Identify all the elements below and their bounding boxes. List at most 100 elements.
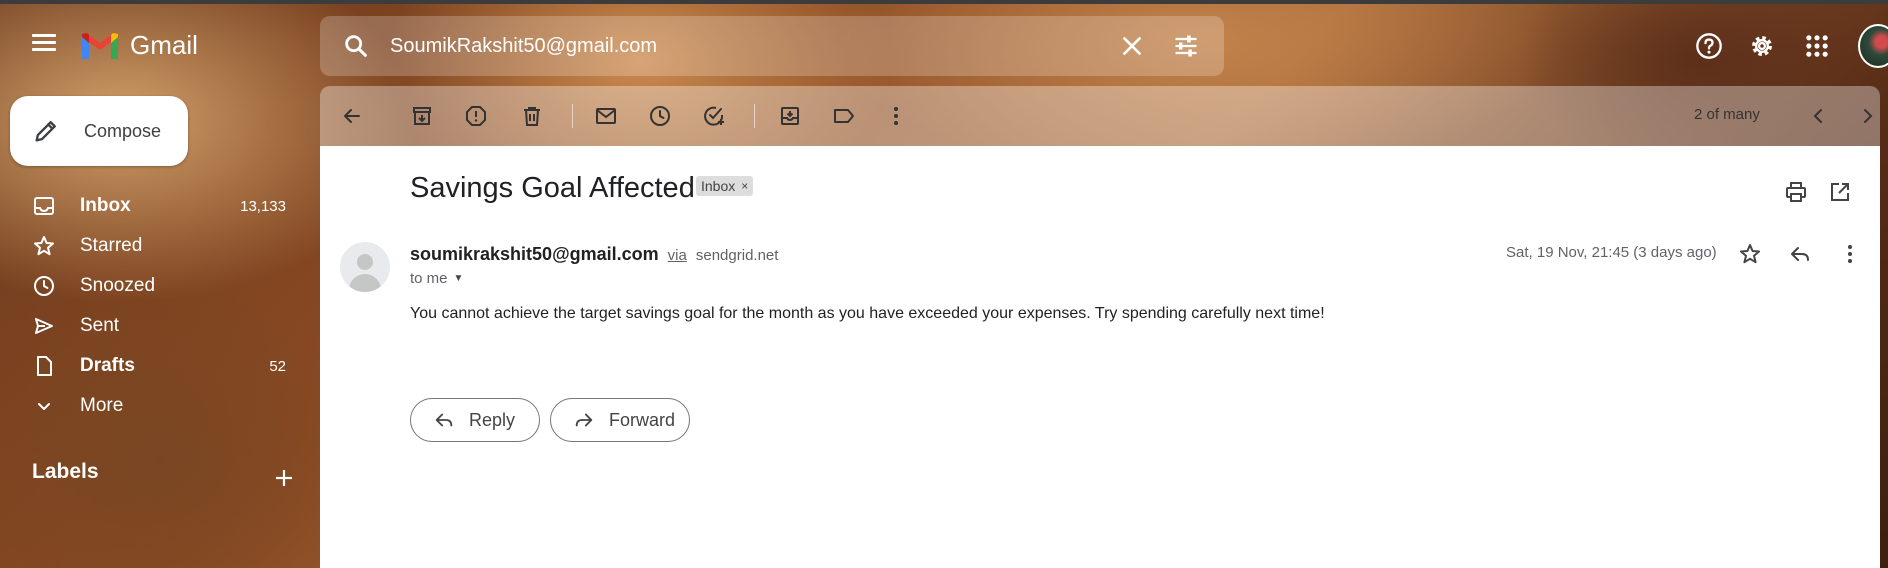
sidebar-item-label: Starred: [80, 235, 143, 256]
label-icon: [834, 109, 854, 123]
chevron-right-icon: [1864, 109, 1873, 123]
more-actions-button[interactable]: [876, 96, 916, 136]
newer-button[interactable]: [1798, 96, 1838, 136]
main-menu-button[interactable]: [26, 30, 62, 62]
via-link[interactable]: via: [668, 247, 687, 264]
open-in-new-window-button[interactable]: [1820, 172, 1860, 212]
sidebar-item-drafts[interactable]: Drafts 52: [0, 346, 300, 386]
move-to-icon: [781, 107, 799, 125]
inbox-icon: [34, 197, 54, 215]
message-panel: 2 of many Savings Goal Affected Inbox ×: [320, 86, 1880, 568]
gmail-m-icon: [82, 32, 118, 59]
mail-icon: [596, 108, 616, 124]
pencil-icon: [35, 121, 56, 142]
close-icon: [1123, 37, 1141, 55]
sidebar-item-label: Inbox: [80, 195, 131, 216]
message-more-button[interactable]: [1830, 234, 1870, 274]
via-domain: sendgrid.net: [695, 247, 779, 264]
chevron-down-icon: [38, 403, 50, 410]
back-button[interactable]: [332, 96, 372, 136]
sidebar-item-label: Sent: [80, 315, 120, 336]
avatar-head-shape: [357, 254, 373, 270]
star-button[interactable]: [1730, 234, 1770, 274]
trash-icon: [524, 107, 540, 126]
recipient-details-toggle[interactable]: to me ▼: [410, 270, 463, 287]
plus-icon: [276, 470, 292, 486]
settings-button[interactable]: [1742, 26, 1782, 66]
sender-line: soumikrakshit50@gmail.com via sendgrid.n…: [410, 244, 778, 265]
gmail-wordmark: Gmail: [130, 30, 198, 60]
sender-email[interactable]: soumikrakshit50@gmail.com: [410, 244, 659, 264]
sidebar-item-label: Drafts: [80, 355, 135, 376]
delete-button[interactable]: [512, 96, 552, 136]
clock-icon: [650, 106, 670, 126]
labels-button[interactable]: [824, 96, 864, 136]
reply-icon: [1791, 247, 1809, 261]
move-to-button[interactable]: [770, 96, 810, 136]
mark-unread-button[interactable]: [586, 96, 626, 136]
search-options-button[interactable]: [1166, 26, 1206, 66]
add-to-tasks-button[interactable]: [694, 96, 734, 136]
tune-icon: [1175, 35, 1197, 57]
labels-heading: Labels: [32, 460, 99, 483]
caret-down-icon: ▼: [453, 273, 464, 284]
recipient-text: to me: [410, 270, 448, 287]
reply-button[interactable]: Reply: [410, 398, 540, 442]
report-spam-button[interactable]: [456, 96, 496, 136]
remove-label-button[interactable]: ×: [741, 179, 748, 193]
sidebar-item-starred[interactable]: Starred: [0, 226, 300, 266]
avatar-body-shape: [349, 274, 381, 292]
apps-button[interactable]: [1797, 26, 1837, 66]
sidebar-item-sent[interactable]: Sent: [0, 306, 300, 346]
email-body: You cannot achieve the target savings go…: [410, 305, 1325, 322]
reply-button-header[interactable]: [1780, 234, 1820, 274]
forward-button[interactable]: Forward: [550, 398, 690, 442]
sidebar-item-label: Snoozed: [80, 275, 156, 296]
older-button[interactable]: [1848, 96, 1888, 136]
reply-label: Reply: [469, 409, 516, 430]
more-vert-icon: [894, 107, 898, 125]
top-strip: [0, 0, 1888, 4]
gmail-logo[interactable]: Gmail: [80, 30, 198, 61]
sidebar-item-inbox[interactable]: Inbox 13,133: [0, 186, 300, 226]
search-input[interactable]: [390, 30, 1090, 62]
sidebar-item-label: More: [80, 395, 124, 416]
report-icon: [466, 106, 486, 126]
search-bar[interactable]: [320, 16, 1224, 76]
draft-icon: [37, 356, 52, 376]
message-content: Savings Goal Affected Inbox × soumikraks…: [320, 146, 1880, 568]
print-icon: [1786, 182, 1806, 202]
sidebar-item-count: 13,133: [240, 197, 286, 215]
compose-label: Compose: [84, 120, 162, 141]
snooze-button[interactable]: [640, 96, 680, 136]
sidebar-item-more[interactable]: More: [0, 386, 300, 426]
help-button[interactable]: [1689, 26, 1729, 66]
gear-icon: [1752, 36, 1772, 56]
print-button[interactable]: [1776, 172, 1816, 212]
star-icon: [34, 236, 54, 256]
create-label-button[interactable]: [264, 458, 304, 498]
more-vert-icon: [1848, 245, 1852, 263]
archive-icon: [413, 107, 431, 125]
apps-grid-icon: [1806, 35, 1828, 57]
clear-search-button[interactable]: [1112, 26, 1152, 66]
clock-icon: [34, 276, 54, 296]
email-subject: Savings Goal Affected: [410, 172, 695, 204]
toolbar-divider: [572, 104, 573, 128]
menu-icon-bar: [32, 48, 56, 51]
account-avatar[interactable]: [1858, 24, 1888, 68]
pager-text: 2 of many: [1694, 106, 1760, 123]
add-task-icon: [704, 106, 724, 126]
archive-button[interactable]: [402, 96, 442, 136]
sender-avatar[interactable]: [340, 242, 390, 292]
reply-icon: [435, 413, 453, 427]
message-toolbar: 2 of many: [320, 86, 1880, 146]
sidebar-item-snoozed[interactable]: Snoozed: [0, 266, 300, 306]
search-icon[interactable]: [342, 32, 370, 60]
chevron-left-icon: [1813, 109, 1822, 123]
send-icon: [35, 318, 53, 334]
compose-button[interactable]: Compose: [10, 96, 188, 166]
sidebar-item-count: 52: [269, 357, 286, 375]
menu-icon-bar: [32, 34, 56, 37]
menu-icon-bar: [32, 41, 56, 44]
